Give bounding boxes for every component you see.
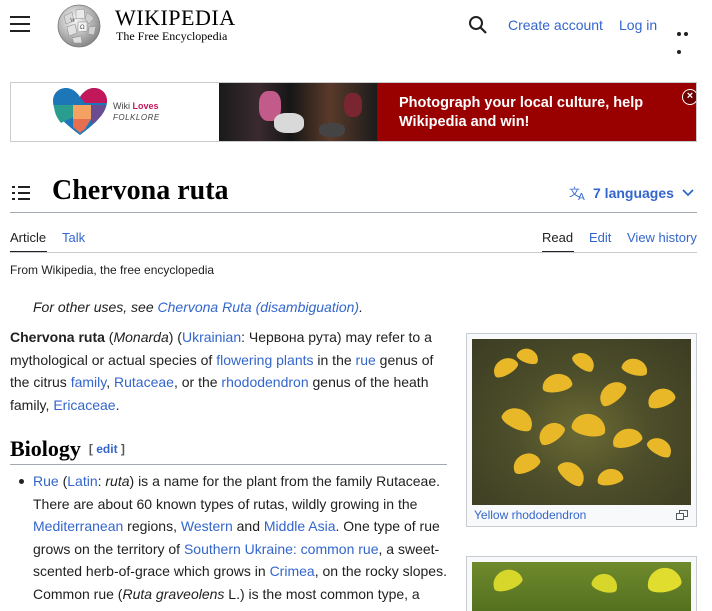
banner-message[interactable]: Photograph your local culture, help Wiki… bbox=[399, 94, 689, 132]
section-divider bbox=[10, 464, 447, 465]
list-item: Rue (Latin: ruta) is a name for the plan… bbox=[33, 473, 447, 602]
bullet-marker bbox=[19, 479, 24, 484]
more-options-icon[interactable] bbox=[677, 23, 697, 54]
intro-paragraph: Chervona ruta (Monarda) (Ukrainian: Черв… bbox=[10, 329, 434, 413]
svg-text:Ω: Ω bbox=[80, 24, 85, 31]
link-ericaceae[interactable]: Ericaceae bbox=[53, 397, 115, 413]
banner-logo-title: Wiki Loves bbox=[113, 101, 159, 111]
wiki-loves-folklore-heart-logo bbox=[53, 88, 107, 135]
link-mediterranean[interactable]: Mediterranean bbox=[33, 518, 123, 534]
chevron-down-icon bbox=[682, 189, 694, 197]
link-western[interactable]: Western bbox=[181, 518, 233, 534]
tab-edit[interactable]: Edit bbox=[589, 230, 611, 245]
figure-yellow-rhododendron: Yellow rhododendron bbox=[466, 333, 697, 527]
wikipedia-wordmark[interactable]: WIKIPEDIA bbox=[115, 5, 236, 31]
tab-talk[interactable]: Talk bbox=[62, 230, 85, 245]
link-middle-asia[interactable]: Middle Asia bbox=[264, 518, 336, 534]
figure-second bbox=[466, 556, 697, 611]
link-family[interactable]: family bbox=[71, 374, 107, 390]
link-southern-ukraine[interactable]: Southern Ukraine: common rue bbox=[184, 541, 379, 557]
hatnote: For other uses, see Chervona Ruta (disam… bbox=[33, 299, 363, 315]
link-flowering-plants[interactable]: flowering plants bbox=[216, 352, 313, 368]
title-divider bbox=[10, 212, 697, 213]
language-icon: 文A bbox=[569, 185, 589, 203]
create-account-link[interactable]: Create account bbox=[508, 17, 603, 33]
banner-photo bbox=[219, 83, 377, 141]
search-icon[interactable] bbox=[468, 15, 488, 35]
link-rue-plant[interactable]: Rue bbox=[33, 473, 59, 489]
link-latin[interactable]: Latin bbox=[67, 473, 97, 489]
site-header: W Ω WIKIPEDIA The Free Encyclopedia Crea… bbox=[0, 0, 712, 56]
table-of-contents-icon[interactable] bbox=[12, 185, 30, 201]
campaign-banner[interactable]: Wiki Loves FOLKLORE Photograph your loca… bbox=[10, 82, 697, 142]
svg-text:W: W bbox=[70, 18, 76, 24]
banner-close-icon[interactable]: × bbox=[682, 89, 696, 105]
wikipedia-globe-logo[interactable]: W Ω bbox=[54, 2, 104, 50]
tab-view-history[interactable]: View history bbox=[627, 230, 697, 245]
banner-logo-subtitle: FOLKLORE bbox=[113, 113, 160, 122]
banner-logo-panel: Wiki Loves FOLKLORE bbox=[11, 83, 219, 141]
figure-caption[interactable]: Yellow rhododendron bbox=[474, 508, 586, 522]
wikipedia-tagline: The Free Encyclopedia bbox=[116, 29, 228, 43]
enlarge-icon[interactable] bbox=[676, 510, 688, 520]
section-heading-biology: Biology[ edit ] bbox=[10, 436, 125, 461]
link-rue[interactable]: rue bbox=[356, 352, 376, 368]
link-ukrainian[interactable]: Ukrainian bbox=[182, 329, 241, 345]
tab-article[interactable]: Article bbox=[10, 230, 46, 245]
disambiguation-link[interactable]: Chervona Ruta (disambiguation) bbox=[158, 299, 360, 315]
banner-message-panel: Photograph your local culture, help Wiki… bbox=[377, 83, 696, 141]
tab-read[interactable]: Read bbox=[542, 230, 573, 245]
rhododendron-image[interactable] bbox=[472, 339, 691, 505]
site-subtitle: From Wikipedia, the free encyclopedia bbox=[10, 263, 215, 277]
page-title: Chervona ruta bbox=[52, 175, 229, 206]
main-menu-icon[interactable] bbox=[10, 16, 30, 34]
link-rutaceae[interactable]: Rutaceae bbox=[114, 374, 174, 390]
svg-text:A: A bbox=[578, 192, 585, 201]
section-edit-link[interactable]: edit bbox=[96, 442, 117, 456]
link-rhododendron[interactable]: rhododendron bbox=[221, 374, 308, 390]
second-plant-image[interactable] bbox=[472, 562, 691, 611]
section-edit: [ edit ] bbox=[88, 442, 125, 456]
tabs-divider bbox=[10, 252, 697, 253]
language-selector[interactable]: 文A 7 languages bbox=[569, 185, 694, 203]
log-in-link[interactable]: Log in bbox=[619, 17, 657, 33]
link-crimea[interactable]: Crimea bbox=[270, 563, 315, 579]
